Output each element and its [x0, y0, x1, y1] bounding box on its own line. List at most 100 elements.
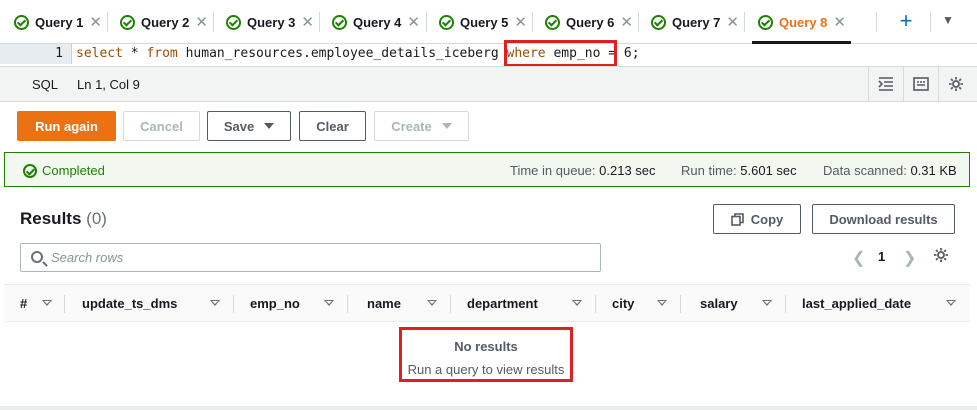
cursor-position: Ln 1, Col 9	[77, 77, 140, 92]
tab-query-5[interactable]: Query 5 ✕	[439, 0, 527, 44]
clear-button[interactable]: Clear	[299, 111, 366, 141]
sort-caret-icon[interactable]	[946, 300, 956, 306]
sql-editor[interactable]: 1 select * from human_resources.employee…	[0, 44, 977, 66]
gear-icon[interactable]	[938, 67, 973, 101]
caret-down-icon	[264, 123, 275, 129]
tab-query-6[interactable]: Query 6 ✕	[545, 0, 633, 44]
gear-icon[interactable]	[933, 247, 951, 265]
editor-status-bar: SQL Ln 1, Col 9	[0, 66, 977, 102]
tab-label: Query 7	[672, 14, 721, 30]
check-circle-icon	[23, 163, 37, 178]
chevron-left-icon[interactable]: ❮	[852, 248, 865, 268]
column-header-update-ts-dms[interactable]: update_ts_dms	[82, 296, 177, 311]
tab-divider	[107, 12, 108, 32]
results-panel: Results (0) Copy Download results Search…	[4, 192, 970, 406]
column-divider[interactable]	[680, 295, 681, 313]
status-completed: Completed	[23, 163, 105, 178]
tab-query-3[interactable]: Query 3 ✕	[226, 0, 314, 44]
run-again-button[interactable]: Run again	[17, 111, 116, 141]
chevron-right-icon[interactable]: ❯	[903, 248, 916, 268]
column-divider[interactable]	[233, 295, 234, 313]
column-divider[interactable]	[347, 295, 348, 313]
cancel-button[interactable]: Cancel	[123, 111, 200, 141]
status-text: Completed	[42, 163, 105, 178]
sort-caret-icon[interactable]	[324, 300, 334, 306]
tab-query-1[interactable]: Query 1 ✕	[14, 0, 102, 44]
sort-caret-icon[interactable]	[427, 300, 437, 306]
empty-results-subtitle: Run a query to view results	[407, 362, 565, 377]
column-divider[interactable]	[450, 295, 451, 313]
column-header-name[interactable]: name	[367, 296, 401, 311]
check-circle-icon	[545, 14, 560, 30]
copy-button[interactable]: Copy	[713, 204, 801, 234]
run-time-label: Run time:	[681, 163, 737, 178]
run-time-value: 5.601 sec	[740, 163, 797, 178]
close-icon[interactable]: ✕	[514, 13, 527, 31]
tab-label: Query 5	[460, 14, 509, 30]
save-button[interactable]: Save	[207, 111, 291, 141]
panel-bottom-border	[0, 406, 977, 410]
create-button[interactable]: Create	[374, 111, 469, 141]
query-status-banner: Completed Time in queue: 0.213 sec Run t…	[4, 152, 970, 187]
results-title: Results (0)	[20, 209, 107, 229]
close-icon[interactable]: ✕	[726, 13, 739, 31]
save-button-label: Save	[223, 118, 255, 134]
editor-language: SQL	[32, 77, 59, 92]
search-placeholder: Search rows	[51, 250, 124, 265]
copy-icon	[730, 212, 744, 226]
tab-query-4[interactable]: Query 4 ✕	[332, 0, 420, 44]
close-icon[interactable]: ✕	[620, 13, 633, 31]
column-header-emp-no[interactable]: emp_no	[250, 296, 300, 311]
data-scanned-value: 0.31 KB	[910, 163, 957, 178]
sort-caret-icon[interactable]	[572, 300, 582, 306]
column-header-department[interactable]: department	[467, 296, 538, 311]
sort-caret-icon[interactable]	[210, 300, 220, 306]
tab-divider	[426, 12, 427, 32]
tab-query-8[interactable]: Query 8 ✕	[758, 0, 846, 44]
plus-icon[interactable]: +	[893, 8, 919, 34]
data-scanned-label: Data scanned:	[823, 163, 907, 178]
check-circle-icon	[14, 14, 29, 30]
check-circle-icon	[439, 14, 454, 30]
query-tab-bar: Query 1 ✕ Query 2 ✕ Query 3 ✕ Query 4 ✕ …	[0, 0, 977, 44]
column-divider[interactable]	[785, 295, 786, 313]
time-in-queue-value: 0.213 sec	[599, 163, 656, 178]
keyboard-icon[interactable]	[903, 67, 938, 101]
search-input[interactable]: Search rows	[20, 243, 601, 272]
page-number[interactable]: 1	[878, 249, 885, 264]
search-icon	[31, 251, 43, 263]
close-icon[interactable]: ✕	[195, 13, 208, 31]
tab-label: Query 6	[566, 14, 615, 30]
tab-divider	[213, 12, 214, 32]
caret-down-icon	[441, 123, 452, 129]
sort-caret-icon[interactable]	[42, 300, 52, 306]
close-icon[interactable]: ✕	[301, 13, 314, 31]
close-icon[interactable]: ✕	[833, 13, 846, 31]
column-divider[interactable]	[64, 295, 65, 313]
copy-button-label: Copy	[750, 211, 784, 227]
sql-keyword: select	[76, 46, 123, 61]
tab-query-2[interactable]: Query 2 ✕	[120, 0, 208, 44]
column-header-index: #	[20, 296, 28, 311]
time-in-queue-label: Time in queue:	[510, 163, 596, 178]
check-circle-icon	[120, 14, 135, 30]
close-icon[interactable]: ✕	[407, 13, 420, 31]
download-results-button[interactable]: Download results	[812, 204, 955, 234]
column-header-salary[interactable]: salary	[700, 296, 738, 311]
column-header-last-applied-date[interactable]: last_applied_date	[802, 296, 911, 311]
empty-results-title: No results	[454, 339, 518, 354]
column-divider[interactable]	[595, 295, 596, 313]
tab-label: Query 1	[35, 14, 84, 30]
sort-caret-icon[interactable]	[762, 300, 772, 306]
column-header-city[interactable]: city	[612, 296, 634, 311]
sort-caret-icon[interactable]	[657, 300, 667, 306]
tab-divider	[532, 12, 533, 32]
data-scanned: Data scanned: 0.31 KB	[823, 163, 957, 178]
caret-down-icon[interactable]: ▼	[942, 13, 954, 27]
results-count: (0)	[86, 209, 107, 228]
empty-results-state: No results Run a query to view results	[399, 327, 573, 382]
sql-keyword: from	[146, 46, 178, 61]
close-icon[interactable]: ✕	[89, 13, 102, 31]
format-query-icon[interactable]	[868, 67, 903, 101]
tab-query-7[interactable]: Query 7 ✕	[651, 0, 739, 44]
